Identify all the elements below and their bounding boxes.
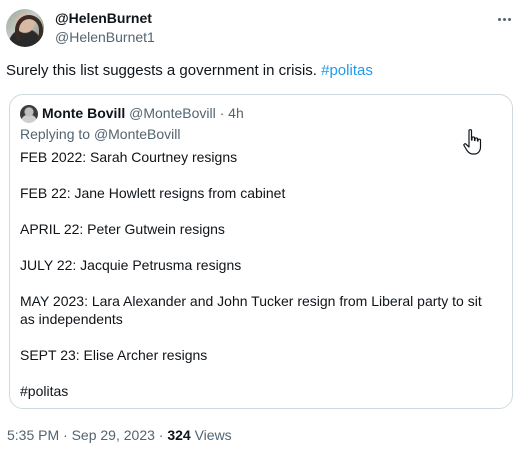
- tweet-time[interactable]: 5:35 PM: [7, 427, 59, 443]
- author-avatar[interactable]: [6, 9, 44, 47]
- hand-pointer-icon: [463, 129, 482, 155]
- quoted-author-handle: @MonteBovill: [129, 105, 216, 121]
- more-horizontal-icon: [498, 18, 501, 21]
- replying-prefix: Replying to: [20, 126, 94, 142]
- quoted-tweet-header: Monte Bovill @MonteBovill · 4h: [42, 105, 244, 121]
- views-count: 324: [167, 427, 191, 443]
- quote-line: SEPT 23: Elise Archer resigns: [20, 347, 208, 363]
- author-name[interactable]: @HelenBurnet: [55, 10, 152, 26]
- footer-separator: ·: [154, 427, 168, 443]
- replying-to-handle[interactable]: @MonteBovill: [94, 126, 181, 142]
- quote-line: FEB 2022: Sarah Courtney resigns: [20, 149, 238, 165]
- footer-separator: ·: [59, 427, 72, 443]
- quoted-author-name[interactable]: Monte Bovill: [42, 105, 125, 121]
- replying-to: Replying to @MonteBovill: [20, 126, 181, 142]
- tweet-text: Surely this list suggests a government i…: [6, 62, 373, 79]
- quote-line: MAY 2023: Lara Alexander and John Tucker…: [20, 293, 482, 327]
- quote-line: APRIL 22: Peter Gutwein resigns: [20, 221, 225, 237]
- tweet: @HelenBurnet @HelenBurnet1 Surely this l…: [0, 0, 515, 454]
- quote-line: FEB 22: Jane Howlett resigns from cabine…: [20, 185, 286, 201]
- tweet-date[interactable]: Sep 29, 2023: [72, 427, 155, 443]
- quoted-author-avatar: [20, 105, 38, 123]
- quoted-separator: ·: [215, 105, 229, 121]
- more-options-button[interactable]: [496, 12, 514, 26]
- quote-line: JULY 22: Jacquie Petrusma resigns: [20, 257, 242, 273]
- tweet-footer: 5:35 PM · Sep 29, 2023 · 324 Views: [7, 427, 232, 443]
- tweet-hashtag-link[interactable]: #politas: [321, 62, 373, 79]
- quoted-tweet-card[interactable]: Monte Bovill @MonteBovill · 4h Replying …: [9, 94, 513, 409]
- views-label: Views: [190, 427, 232, 443]
- tweet-body: Surely this list suggests a government i…: [6, 62, 322, 79]
- quoted-timestamp[interactable]: 4h: [228, 105, 244, 121]
- quote-hashtag: #politas: [20, 383, 69, 399]
- author-handle[interactable]: @HelenBurnet1: [55, 29, 155, 45]
